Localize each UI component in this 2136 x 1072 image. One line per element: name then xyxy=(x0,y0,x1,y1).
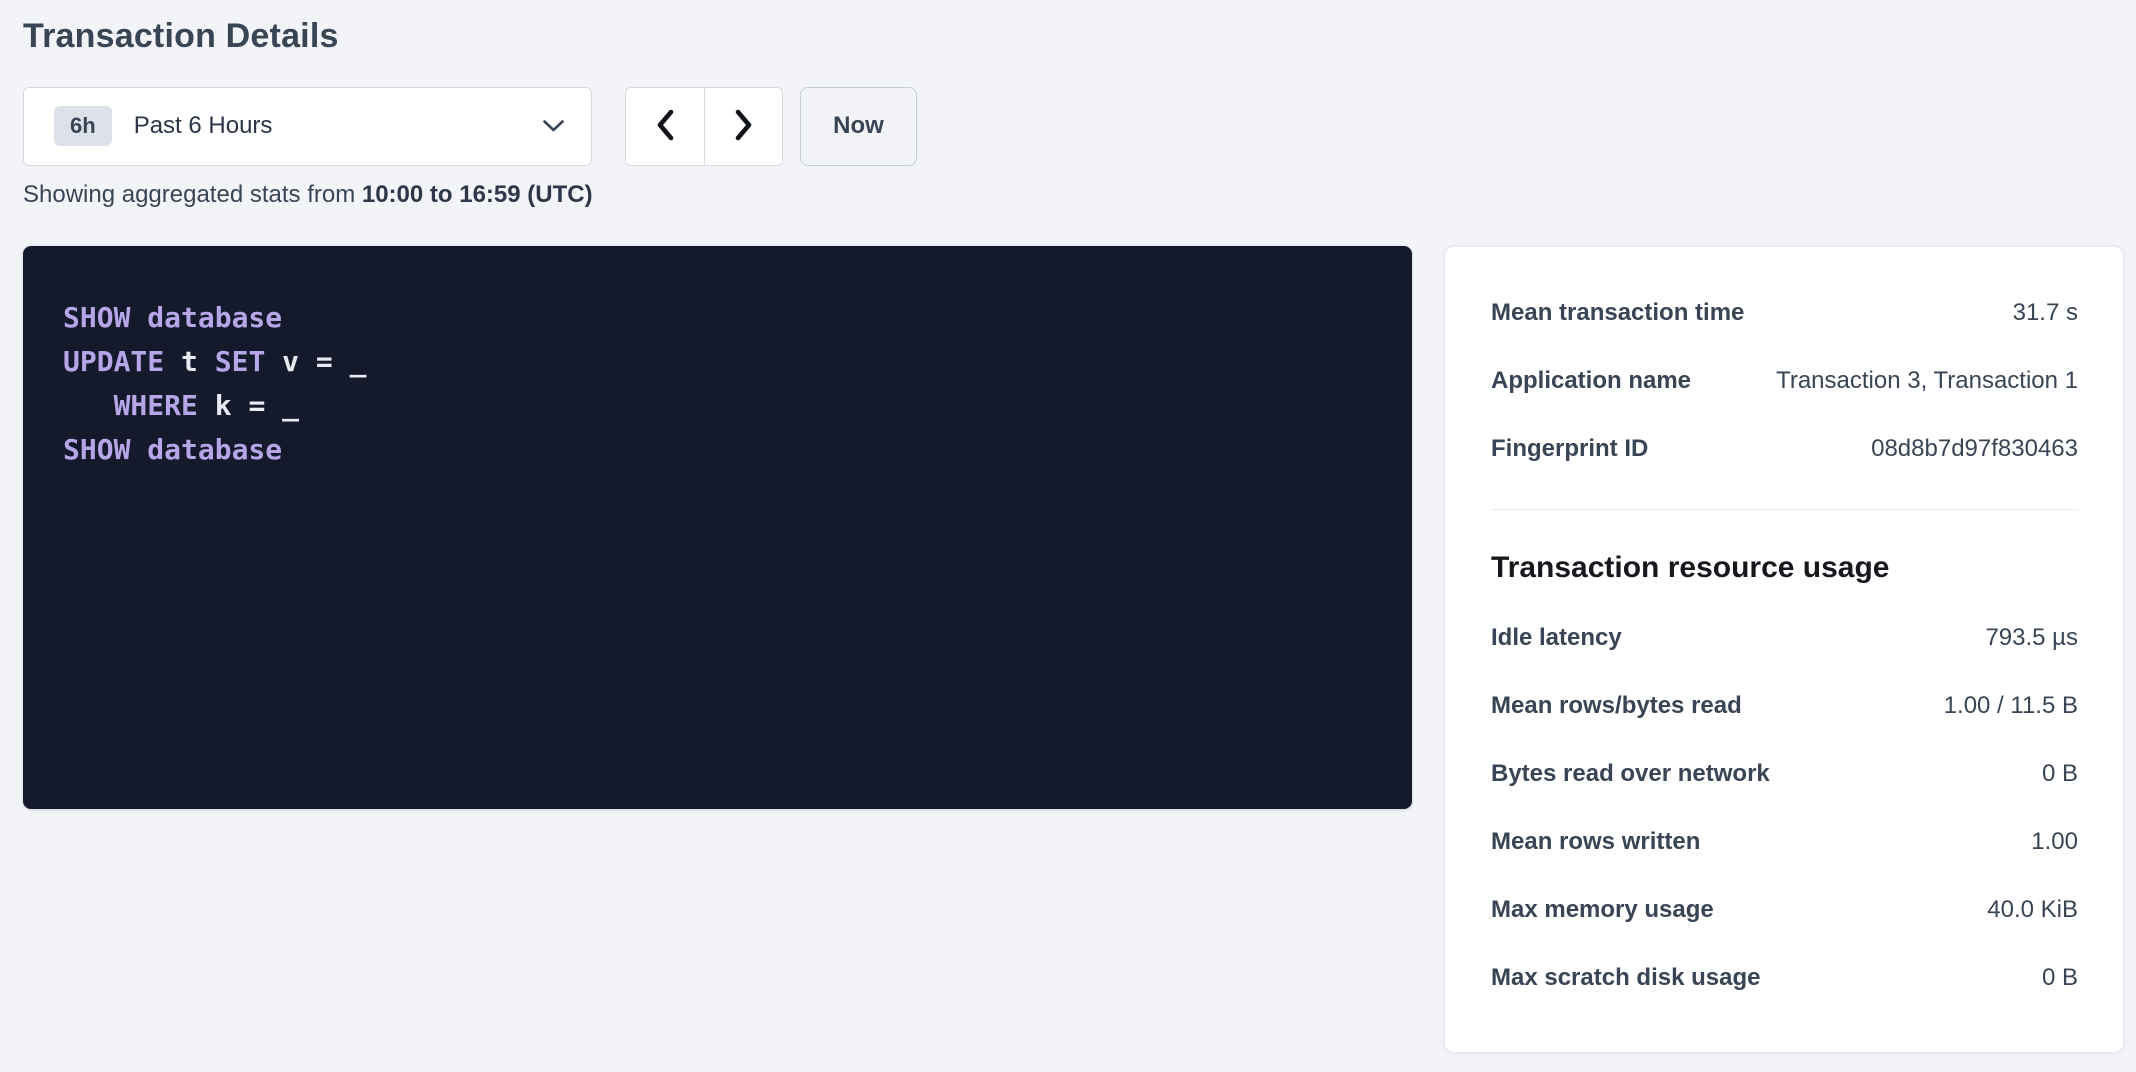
stat-label: Mean transaction time xyxy=(1491,299,1764,327)
chevron-left-icon xyxy=(654,108,676,145)
stat-row-mean-rows-bytes-read: Mean rows/bytes read 1.00 / 11.5 B xyxy=(1491,692,2078,720)
next-interval-button[interactable] xyxy=(704,88,782,165)
stat-value: 40.0 KiB xyxy=(1987,896,2078,924)
stat-value: 0 B xyxy=(2042,760,2078,788)
stat-label: Max memory usage xyxy=(1491,896,1734,924)
stat-row-application-name: Application name Transaction 3, Transact… xyxy=(1491,367,2078,395)
resource-usage-heading: Transaction resource usage xyxy=(1491,552,2078,584)
stat-label: Bytes read over network xyxy=(1491,760,1790,788)
time-range-badge: 6h xyxy=(54,106,112,146)
caption-time-range: 10:00 to 16:59 (UTC) xyxy=(362,181,593,208)
aggregated-stats-caption: Showing aggregated stats from 10:00 to 1… xyxy=(23,182,2124,208)
card-divider xyxy=(1491,509,2078,510)
transaction-summary-card: Mean transaction time 31.7 s Application… xyxy=(1444,246,2124,1053)
caption-prefix: Showing aggregated stats from xyxy=(23,181,362,208)
stat-row-mean-transaction-time: Mean transaction time 31.7 s xyxy=(1491,299,2078,327)
sql-code: SHOW databaseUPDATE t SET v = _ WHERE k … xyxy=(63,296,1372,472)
main-content: SHOW databaseUPDATE t SET v = _ WHERE k … xyxy=(23,246,2124,1053)
stat-label: Mean rows/bytes read xyxy=(1491,692,1762,720)
stat-value: 1.00 / 11.5 B xyxy=(1944,692,2078,720)
time-controls: 6h Past 6 Hours xyxy=(23,87,2124,166)
stat-value: 0 B xyxy=(2042,964,2078,992)
chevron-right-icon xyxy=(733,108,755,145)
time-range-dropdown[interactable]: 6h Past 6 Hours xyxy=(23,87,592,166)
time-range-label: Past 6 Hours xyxy=(134,112,273,140)
chevron-down-icon xyxy=(542,119,565,133)
stat-value: 31.7 s xyxy=(2013,299,2078,327)
stat-value: 793.5 µs xyxy=(1985,624,2078,652)
sql-statement-box: SHOW databaseUPDATE t SET v = _ WHERE k … xyxy=(23,246,1412,809)
transaction-details-page: Transaction Details 6h Past 6 Hours xyxy=(0,0,2136,1053)
now-button[interactable]: Now xyxy=(800,87,917,166)
prev-interval-button[interactable] xyxy=(626,88,704,165)
page-title: Transaction Details xyxy=(23,16,2124,57)
interval-arrow-group xyxy=(625,87,783,166)
stat-row-idle-latency: Idle latency 793.5 µs xyxy=(1491,624,2078,652)
stat-value: 1.00 xyxy=(2031,828,2078,856)
stat-label: Fingerprint ID xyxy=(1491,435,1668,463)
stat-label: Mean rows written xyxy=(1491,828,1720,856)
stat-row-bytes-read-over-network: Bytes read over network 0 B xyxy=(1491,760,2078,788)
stat-label: Idle latency xyxy=(1491,624,1642,652)
stat-label: Max scratch disk usage xyxy=(1491,964,1780,992)
stat-row-max-memory-usage: Max memory usage 40.0 KiB xyxy=(1491,896,2078,924)
stat-value: Transaction 3, Transaction 1 xyxy=(1776,367,2078,395)
stat-row-max-scratch-disk-usage: Max scratch disk usage 0 B xyxy=(1491,964,2078,992)
stat-value: 08d8b7d97f830463 xyxy=(1871,435,2078,463)
stat-row-mean-rows-written: Mean rows written 1.00 xyxy=(1491,828,2078,856)
stat-label: Application name xyxy=(1491,367,1711,395)
stat-row-fingerprint-id: Fingerprint ID 08d8b7d97f830463 xyxy=(1491,435,2078,463)
